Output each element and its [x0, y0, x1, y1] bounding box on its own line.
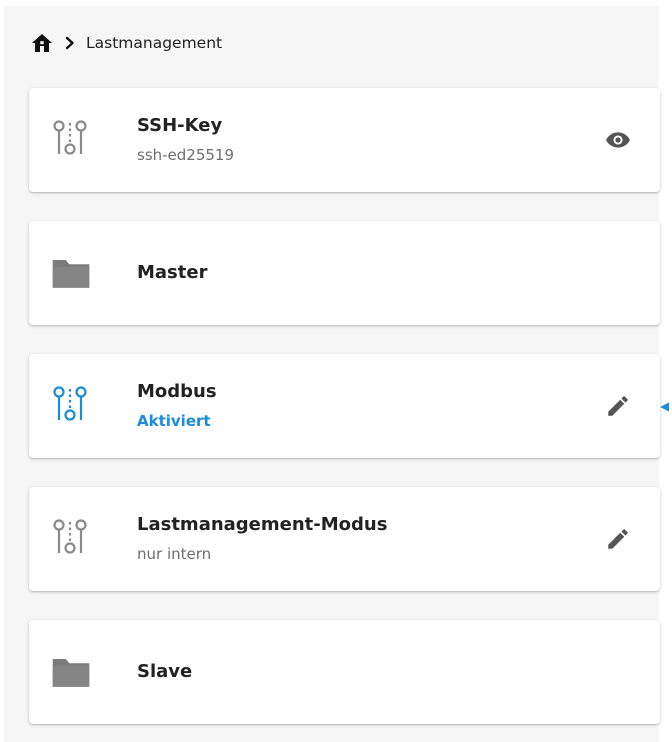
eye-button[interactable] [600, 122, 636, 158]
settings-list: SSH-Key ssh-ed25519 Master Modbus Aktivi… [29, 88, 660, 742]
card-master[interactable]: Master [29, 221, 660, 325]
chevron-right-icon [65, 36, 74, 50]
card-title: Master [137, 262, 208, 283]
card-title: Lastmanagement-Modus [137, 514, 388, 535]
folder-icon [52, 259, 90, 288]
folder-icon [52, 658, 90, 687]
breadcrumb: Lastmanagement [30, 30, 222, 56]
card-slave[interactable]: Slave [29, 620, 660, 724]
card-title: SSH-Key [137, 115, 223, 136]
card-subtitle: Aktiviert [137, 412, 211, 430]
home-icon[interactable] [30, 31, 54, 55]
card-subtitle: nur intern [137, 545, 212, 563]
setting-toggles-icon [53, 386, 87, 421]
pointer-arrow-icon [660, 402, 669, 412]
card-modbus[interactable]: Modbus Aktiviert [29, 354, 660, 458]
edit-button[interactable] [600, 521, 636, 557]
page: Lastmanagement SSH-Key ssh-ed25519 Maste… [0, 0, 672, 742]
card-subtitle: ssh-ed25519 [137, 146, 235, 164]
setting-toggles-icon [53, 519, 87, 554]
setting-toggles-icon [53, 120, 87, 155]
card-lastmanagement-modus[interactable]: Lastmanagement-Modus nur intern [29, 487, 660, 591]
pencil-icon [608, 529, 628, 549]
breadcrumb-current[interactable]: Lastmanagement [86, 34, 222, 52]
card-title: Modbus [137, 381, 217, 402]
pencil-icon [608, 396, 628, 416]
card-title: Slave [137, 661, 193, 682]
eye-icon [606, 132, 630, 148]
card-ssh-key[interactable]: SSH-Key ssh-ed25519 [29, 88, 660, 192]
edit-button[interactable] [600, 388, 636, 424]
